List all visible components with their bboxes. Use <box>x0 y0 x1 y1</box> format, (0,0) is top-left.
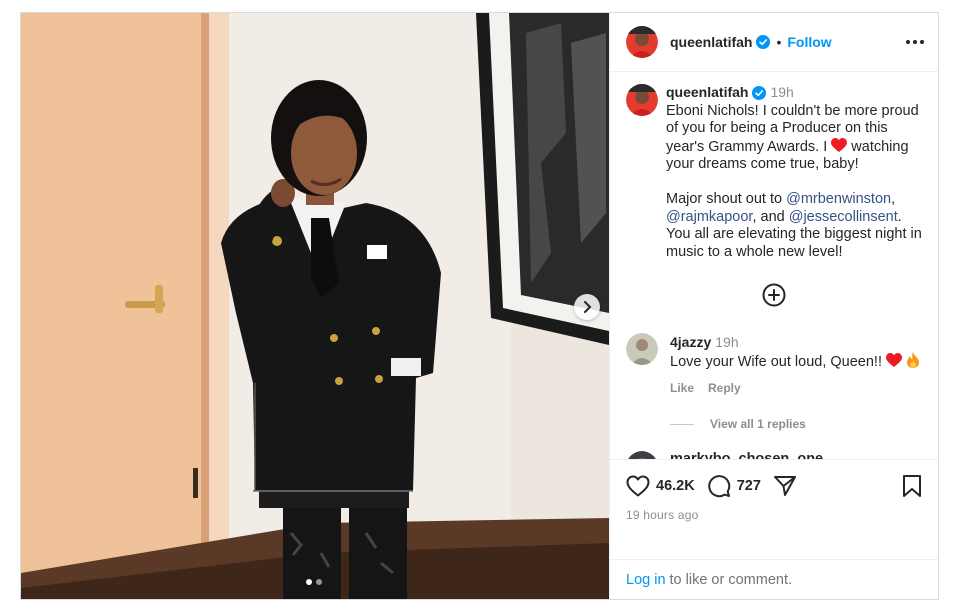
red-heart-emoji-icon <box>831 137 848 152</box>
comment-item: markybo_chosen_one <box>626 451 922 459</box>
comment-like-button[interactable]: Like <box>670 379 694 397</box>
view-replies-label: View all 1 replies <box>710 417 806 432</box>
chevron-right-icon <box>584 301 592 313</box>
commenter-username[interactable]: markybo_chosen_one <box>670 451 823 459</box>
verified-badge-icon <box>752 86 767 101</box>
follow-button[interactable]: Follow <box>787 34 831 50</box>
caption-para2-a: Major shout out to <box>666 190 787 207</box>
fire-emoji-icon <box>907 352 920 369</box>
mention-link[interactable]: @jessecollinsent <box>789 209 898 225</box>
caption-text: queenlatifah 19h Eboni Nichols! I couldn'… <box>666 84 922 261</box>
caption-para2-c: , and <box>752 208 789 225</box>
posted-timestamp[interactable]: 19 hours ago <box>626 508 922 522</box>
author-avatar[interactable] <box>626 26 658 58</box>
more-options-icon[interactable] <box>906 40 924 44</box>
comments-count: 727 <box>736 478 761 494</box>
commenter-avatar[interactable] <box>626 451 658 459</box>
author-username[interactable]: queenlatifah <box>670 34 752 50</box>
photo-scene <box>21 13 609 599</box>
like-button[interactable] <box>626 475 650 497</box>
carousel-dots <box>306 579 322 585</box>
comments-section[interactable]: queenlatifah 19h Eboni Nichols! I couldn'… <box>610 72 938 459</box>
mention-link[interactable]: @rajmkapoor <box>666 209 752 225</box>
comment-button[interactable] <box>707 474 731 498</box>
replies-divider <box>670 423 694 425</box>
login-prompt-text: to like or comment. <box>669 571 793 588</box>
post-header: queenlatifah • Follow <box>610 13 938 72</box>
view-replies-button[interactable]: View all 1 replies <box>670 417 922 431</box>
comment-bubble-icon <box>708 475 730 498</box>
plus-circle-icon <box>762 283 786 307</box>
share-button[interactable] <box>773 474 797 498</box>
carousel-dot-active <box>306 579 312 585</box>
post-photo[interactable] <box>21 13 609 599</box>
share-plane-icon <box>773 476 796 496</box>
caption-time: 19h <box>770 84 794 100</box>
commenter-username[interactable]: 4jazzy <box>670 334 711 350</box>
carousel-next-button[interactable] <box>574 294 600 320</box>
likes-count[interactable]: 46.2K <box>656 478 695 494</box>
bookmark-icon <box>903 475 921 497</box>
caption-avatar[interactable] <box>626 84 658 116</box>
comment-time: 19h <box>715 334 739 351</box>
login-prompt: Log in to like or comment. <box>610 559 938 599</box>
red-heart-emoji-icon <box>886 353 903 368</box>
mention-link[interactable]: @mrbenwinston <box>786 191 891 207</box>
login-link[interactable]: Log in <box>626 572 666 588</box>
save-button[interactable] <box>902 474 922 498</box>
post-actions: 46.2K 727 19 hours ago <box>610 459 938 559</box>
commenter-avatar[interactable] <box>626 333 658 366</box>
post-caption: queenlatifah 19h Eboni Nichols! I couldn'… <box>626 84 922 261</box>
heart-outline-icon <box>626 475 650 497</box>
comment-item: 4jazzy 19h Love your Wife out loud, Queen… <box>626 333 922 397</box>
comment-text: Love your Wife out loud, Queen!! <box>670 354 887 371</box>
caption-username[interactable]: queenlatifah <box>666 84 748 100</box>
comment-reply-button[interactable]: Reply <box>708 379 741 397</box>
load-more-comments-button[interactable] <box>626 283 922 307</box>
carousel-dot <box>316 579 322 585</box>
caption-para2-b: , <box>891 190 896 207</box>
header-separator: • <box>776 34 782 50</box>
verified-badge-icon <box>756 35 771 49</box>
post-modal: queenlatifah • Follow queenlatifah 19h Eb… <box>20 12 939 600</box>
post-side-panel: queenlatifah • Follow queenlatifah 19h Eb… <box>609 13 938 599</box>
